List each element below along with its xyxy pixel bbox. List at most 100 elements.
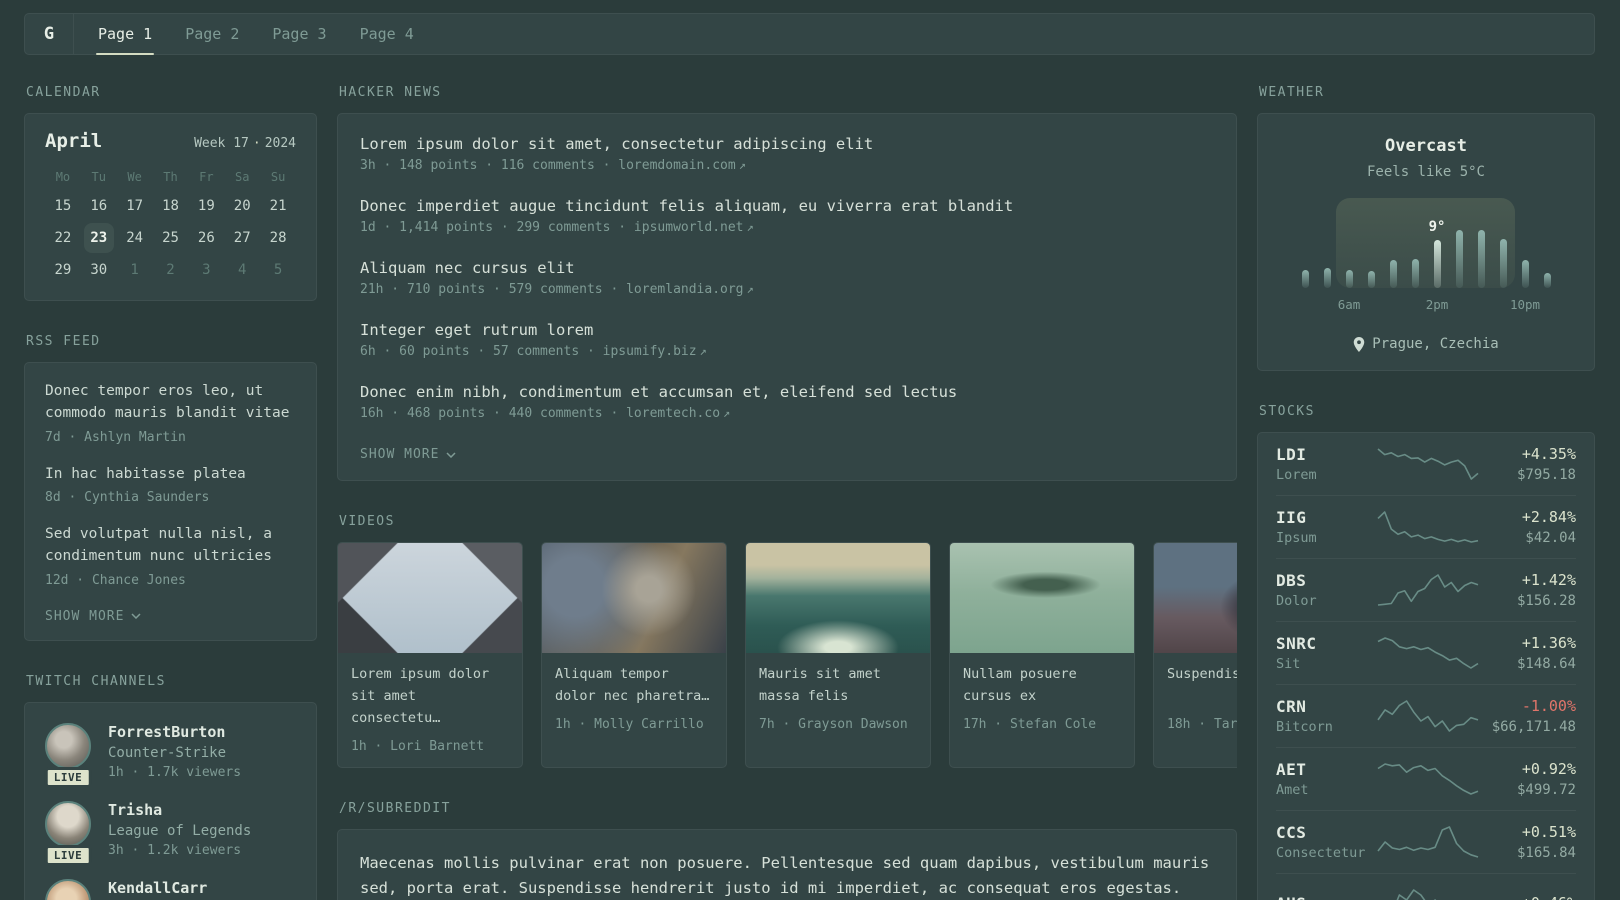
stock-values: +0.51% $165.84 — [1480, 823, 1576, 861]
video-title[interactable]: Aliquam tempor dolor nec pharetra… — [555, 664, 713, 708]
stock-values: -1.00% $66,171.48 — [1480, 697, 1576, 735]
video-card[interactable]: Mauris sit amet massa felis 7h · Grayson… — [745, 542, 931, 768]
rss-item[interactable]: Sed volutpat nulla nisl, a condimentum n… — [45, 524, 296, 588]
show-more-label: SHOW MORE — [360, 447, 440, 462]
avatar — [45, 722, 91, 769]
hn-item-title[interactable]: Lorem ipsum dolor sit amet, consectetur … — [360, 135, 1214, 153]
calendar-weekday: Mo — [55, 170, 71, 184]
calendar-weekday: Sa — [234, 170, 250, 184]
nav-tab[interactable]: Page 1 — [96, 14, 155, 55]
stocks-section-title: STOCKS — [1259, 404, 1315, 419]
rss-show-more-button[interactable]: SHOW MORE — [45, 607, 141, 626]
hn-meta-text: 1d · 1,414 points · 299 comments · ipsum… — [360, 220, 744, 235]
channel-meta: 3h · 1.2k viewers — [108, 842, 242, 858]
twitch-channel[interactable]: LIVE ForrestBurton Counter-Strike 1h · 1… — [44, 722, 296, 788]
channel-name[interactable]: ForrestBurton — [108, 723, 241, 741]
stock-row[interactable]: LDI Lorem +4.35% $795.18 — [1276, 433, 1576, 495]
hn-item-title[interactable]: Integer eget rutrum lorem — [360, 321, 1214, 339]
rss-section-title: RSS FEED — [26, 334, 101, 349]
channel-game: League of Legends — [108, 822, 252, 839]
video-card[interactable]: Nullam posuere cursus ex 17h · Stefan Co… — [949, 542, 1135, 768]
live-badge: LIVE — [44, 844, 92, 866]
nav-tab[interactable]: Page 2 — [183, 14, 241, 54]
external-link-icon[interactable]: ↗ — [747, 282, 754, 296]
rss-item[interactable]: In hac habitasse platea 8d · Cynthia Sau… — [45, 464, 296, 506]
rss-item[interactable]: Donec tempor eros leo, ut commodo mauris… — [45, 381, 296, 445]
video-title[interactable]: Suspendisse diam — [1167, 664, 1237, 708]
stock-identity: AHS — [1276, 894, 1376, 900]
nav-tabs: Page 1 Page 2 Page 3 Page 4 — [74, 14, 416, 55]
nav-tab[interactable]: Page 3 — [270, 14, 328, 54]
hn-item-meta: 6h · 60 points · 57 comments · ipsumify.… — [360, 344, 1214, 359]
video-thumbnail — [1154, 543, 1237, 653]
weather-bar-column — [1411, 259, 1419, 288]
channel-name[interactable]: Trisha — [108, 801, 251, 819]
channel-info: ForrestBurton Counter-Strike 1h · 1.7k v… — [108, 723, 241, 780]
calendar-day: 1 — [130, 262, 139, 278]
video-card[interactable]: Aliquam tempor dolor nec pharetra… 1h · … — [541, 542, 727, 768]
video-card[interactable]: Lorem ipsum dolor sit amet consectetu… 1… — [337, 542, 523, 768]
stock-row[interactable]: IIG Ipsum +2.84% $42.04 — [1276, 495, 1576, 558]
stock-change: -1.00% — [1521, 697, 1576, 715]
rss-item-meta: 7d · Ashlyn Martin — [45, 429, 186, 445]
stock-identity: SNRC Sit — [1276, 634, 1376, 672]
channel-info: KendallCarr — [108, 879, 207, 900]
video-title[interactable]: Mauris sit amet massa felis — [759, 664, 917, 708]
subreddit-card: Maecenas mollis pulvinar erat non posuer… — [337, 828, 1237, 900]
calendar-day: 30 — [90, 262, 108, 278]
avatar — [45, 878, 91, 900]
avatar-wrap: LIVE — [44, 722, 92, 788]
hn-item-title[interactable]: Aliquam nec cursus elit — [360, 259, 1214, 277]
stock-row[interactable]: CRN Bitcorn -1.00% $66,171.48 — [1276, 684, 1576, 747]
video-title[interactable]: Lorem ipsum dolor sit amet consectetu… — [351, 664, 509, 730]
rss-list: Donec tempor eros leo, ut commodo mauris… — [45, 381, 296, 588]
rss-item-title[interactable]: In hac habitasse platea — [45, 464, 296, 486]
rss-item-meta: 8d · Cynthia Saunders — [45, 490, 210, 506]
video-title[interactable]: Nullam posuere cursus ex — [963, 664, 1121, 708]
weather-bar — [1477, 230, 1485, 288]
weather-chart: 6am 9° 2pm 10pm — [1301, 198, 1551, 312]
video-card-body: Lorem ipsum dolor sit amet consectetu… 1… — [338, 653, 522, 767]
stock-row[interactable]: SNRC Sit +1.36% $148.64 — [1276, 621, 1576, 684]
videos-carousel[interactable]: Lorem ipsum dolor sit amet consectetu… 1… — [337, 542, 1237, 768]
nav-tab[interactable]: Page 4 — [358, 14, 416, 54]
rss-item-title[interactable]: Donec tempor eros leo, ut commodo mauris… — [45, 381, 296, 425]
stock-name: Ipsum — [1276, 530, 1317, 546]
stock-sparkline — [1377, 826, 1479, 858]
weather-bar: 9° — [1429, 219, 1445, 288]
stock-row[interactable]: DBS Dolor +1.42% $156.28 — [1276, 558, 1576, 621]
weather-time-label: 10pm — [1509, 297, 1541, 312]
stock-price: $165.84 — [1516, 845, 1576, 861]
app-logo[interactable]: G — [25, 14, 74, 54]
chevron-down-icon — [446, 451, 456, 458]
calendar-day: 2 — [166, 262, 175, 278]
hn-item-title[interactable]: Donec imperdiet augue tincidunt felis al… — [360, 197, 1214, 215]
middle-column: HACKER NEWS Lorem ipsum dolor sit amet, … — [337, 85, 1237, 900]
hn-item: Donec imperdiet augue tincidunt felis al… — [360, 197, 1214, 235]
stock-sparkline — [1396, 889, 1437, 900]
external-link-icon[interactable]: ↗ — [723, 406, 730, 420]
stock-values: +0.92% $499.72 — [1480, 760, 1576, 798]
subreddit-post-title[interactable]: Maecenas mollis pulvinar erat non posuer… — [360, 851, 1214, 900]
stock-sparkline — [1377, 511, 1479, 543]
hn-item-title[interactable]: Donec enim nibh, condimentum et accumsan… — [360, 383, 1214, 401]
video-card[interactable]: Suspendisse diam 18h · Tara — [1153, 542, 1237, 768]
twitch-channel[interactable]: LIVE Trisha League of Legends 3h · 1.2k … — [44, 800, 296, 866]
video-meta: 18h · Tara — [1167, 717, 1237, 732]
hn-show-more-button[interactable]: SHOW MORE — [360, 445, 456, 464]
weather-bar-column — [1323, 268, 1331, 288]
stock-values: +1.42% $156.28 — [1480, 571, 1576, 609]
stock-row[interactable]: AHS +0.46% — [1276, 873, 1576, 900]
twitch-channel[interactable]: LIVE KendallCarr — [45, 878, 296, 900]
dashboard-grid: CALENDAR April Week 17 · 2024 Mo Tu We Th Fr Sa… — [24, 85, 1595, 900]
external-link-icon[interactable]: ↗ — [747, 220, 754, 234]
external-link-icon[interactable]: ↗ — [700, 344, 707, 358]
video-meta: 17h · Stefan Cole — [963, 717, 1097, 732]
twitch-card: LIVE ForrestBurton Counter-Strike 1h · 1… — [24, 701, 317, 900]
channel-name[interactable]: KendallCarr — [108, 879, 207, 897]
calendar-day: 15 — [54, 198, 72, 214]
external-link-icon[interactable]: ↗ — [739, 158, 746, 172]
rss-item-title[interactable]: Sed volutpat nulla nisl, a condimentum n… — [45, 524, 296, 568]
stock-row[interactable]: AET Amet +0.92% $499.72 — [1276, 747, 1576, 810]
stock-row[interactable]: CCS Consectetur +0.51% $165.84 — [1276, 810, 1576, 873]
